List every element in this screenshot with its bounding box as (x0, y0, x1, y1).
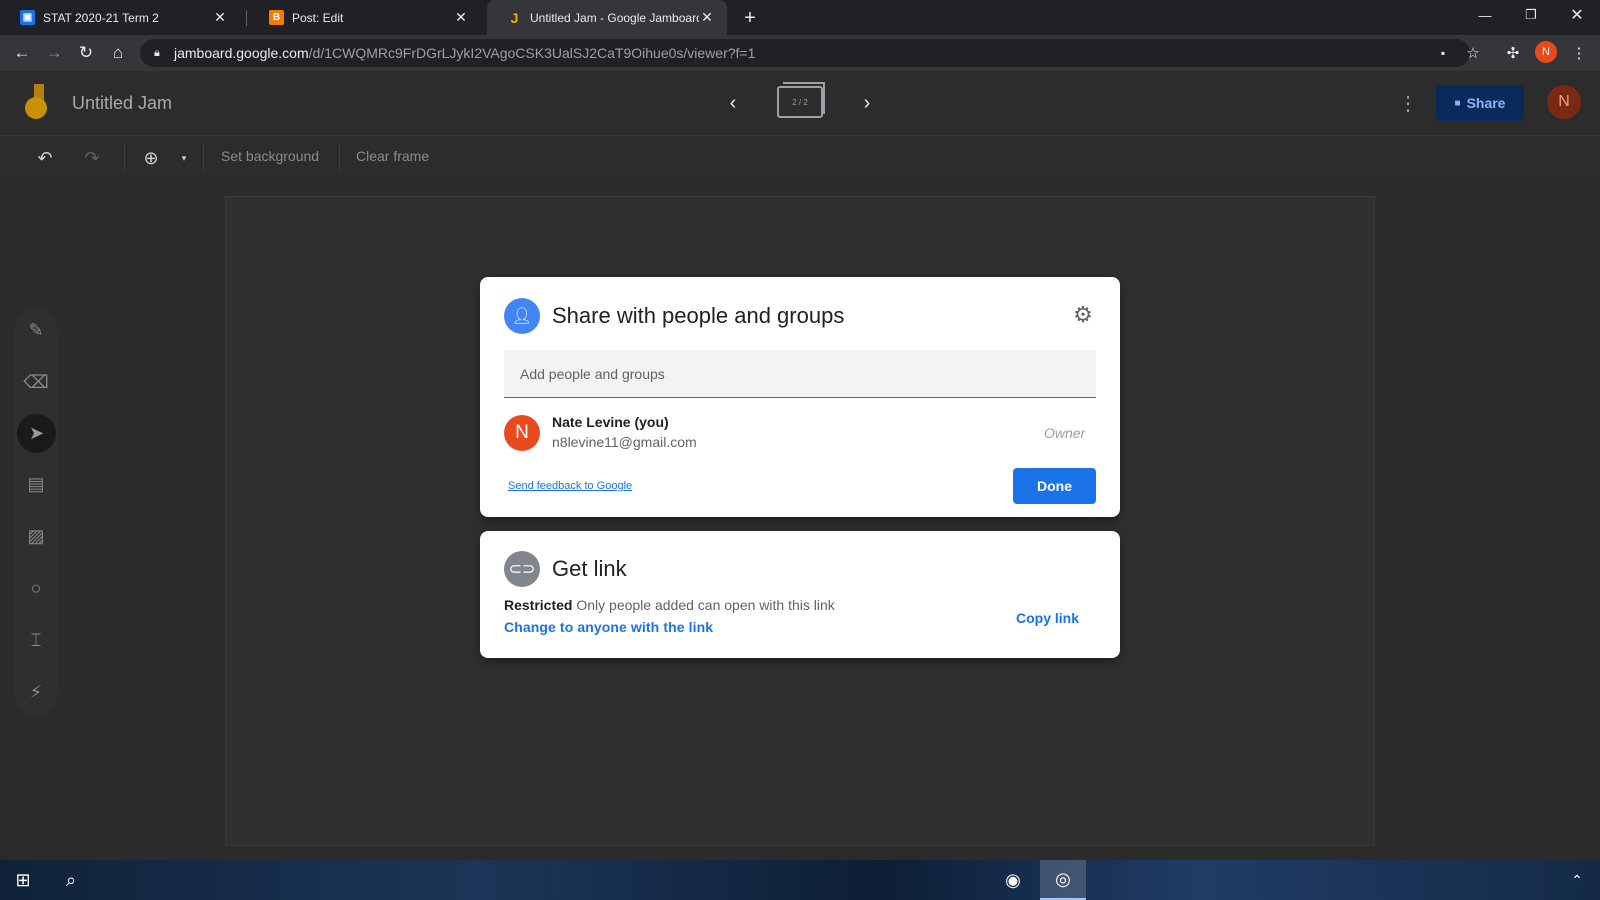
browser-tab-strip: ▣ STAT 2020-21 Term 2 ✕ B Post: Edit ✕ J… (0, 0, 1600, 35)
menu-kebab-icon[interactable]: ⋮ (1568, 42, 1590, 64)
user-avatar[interactable]: N (1547, 85, 1581, 119)
text-box-icon[interactable]: ⌶ (22, 626, 50, 654)
zoom-dropdown-icon[interactable]: ▾ (172, 146, 196, 170)
frame-bar-toggle[interactable]: 2 / 2 (777, 82, 825, 118)
restore-icon[interactable]: ❐ (1508, 0, 1554, 30)
new-tab-button[interactable]: + (738, 6, 762, 30)
camera-blocked-icon[interactable]: ▪ (1432, 42, 1454, 64)
minimize-icon[interactable]: — (1462, 0, 1508, 30)
tab-title: Untitled Jam - Google Jamboard (530, 10, 699, 25)
add-person-icon: 👤︎ (504, 298, 540, 334)
done-button[interactable]: Done (1013, 468, 1096, 504)
tab-blogger[interactable]: B Post: Edit ✕ (249, 0, 481, 35)
toolbar-divider (203, 144, 204, 170)
chevron-up-icon[interactable]: ⌃ (1554, 860, 1600, 900)
chrome-icon[interactable]: ◎ (1040, 860, 1086, 900)
edit-toolbar: ↶ ↷ ⊕ ▾ Set background Clear frame (0, 136, 1600, 178)
windows-start-icon[interactable]: ⊞ (0, 860, 46, 900)
eraser-icon[interactable]: ⌫ (22, 368, 50, 396)
get-link-title: Get link (552, 556, 627, 581)
chevron-left-icon[interactable]: ‹ (720, 90, 746, 116)
tab-divider (246, 10, 247, 26)
search-icon[interactable]: ⌕ (48, 860, 94, 900)
close-icon[interactable]: ✕ (212, 9, 228, 26)
gear-icon[interactable]: ⚙ (1070, 302, 1096, 328)
discord-icon[interactable]: ◉ (990, 860, 1036, 900)
close-icon[interactable]: ✕ (453, 9, 469, 26)
select-pointer-icon[interactable]: ➤ (17, 414, 56, 453)
reload-icon[interactable]: ↻ (74, 41, 98, 65)
get-link-dialog: ⊂⊃ Get link Restricted Only people added… (480, 531, 1120, 658)
more-options-icon[interactable]: ⋮ (1396, 91, 1420, 115)
app-header: Untitled Jam ‹ 2 / 2 › ⋮ ■ Share N (0, 71, 1600, 136)
url-host: jamboard.google.com (174, 45, 309, 61)
copy-link-button[interactable]: Copy link (1016, 610, 1079, 626)
close-window-icon[interactable]: ✕ (1554, 0, 1600, 30)
redo-icon[interactable]: ↷ (80, 146, 104, 170)
add-people-input[interactable] (504, 350, 1096, 398)
home-icon[interactable]: ⌂ (106, 41, 130, 65)
sticky-note-icon[interactable]: ▤ (22, 470, 50, 498)
share-label: Share (1466, 95, 1506, 111)
frame-indicator: 2 / 2 (792, 97, 808, 107)
circle-shape-icon[interactable]: ○ (22, 574, 50, 602)
share-dialog-title: Share with people and groups (552, 303, 845, 328)
set-background-button[interactable]: Set background (221, 148, 319, 164)
profile-avatar[interactable]: N (1535, 41, 1557, 63)
image-icon[interactable]: ▨ (22, 522, 50, 550)
tab-title: Post: Edit (292, 10, 344, 25)
share-dialog: 👤︎ Share with people and groups ⚙ N Nate… (480, 277, 1120, 517)
person-name: Nate Levine (you) (552, 414, 669, 430)
clear-frame-button[interactable]: Clear frame (356, 148, 429, 164)
address-bar[interactable]: 🔒︎ jamboard.google.com/d/1CWQMRc9FrDGrLJ… (140, 39, 1470, 67)
blogger-icon: B (269, 10, 284, 25)
person-role: Owner (1044, 425, 1086, 441)
document-title[interactable]: Untitled Jam (72, 93, 172, 114)
url-path: /d/1CWQMRc9FrDGrLJykI2VAgoCSK3UalSJ2CaT9… (308, 45, 756, 61)
bookmark-star-icon[interactable]: ☆ (1462, 42, 1484, 64)
jamboard-logo-icon (25, 84, 47, 119)
link-status: Restricted (504, 597, 573, 613)
browser-toolbar: ← → ↻ ⌂ 🔒︎ jamboard.google.com/d/1CWQMRc… (0, 35, 1600, 71)
undo-icon[interactable]: ↶ (33, 146, 57, 170)
tool-panel: ✎ ⌫ ➤ ▤ ▨ ○ ⌶ ⚡︎ (14, 308, 58, 716)
avatar: N (504, 415, 540, 451)
os-taskbar: ⊞ ⌕ ◉ ◎ ⌃ (0, 860, 1600, 900)
pen-icon[interactable]: ✎ (22, 316, 50, 344)
forward-icon[interactable]: → (42, 41, 66, 65)
change-access-link[interactable]: Change to anyone with the link (504, 619, 713, 635)
send-feedback-link[interactable]: Send feedback to Google (508, 480, 632, 492)
classroom-icon: ▣ (20, 10, 35, 25)
lock-icon: ■ (1454, 97, 1461, 109)
toolbar-divider (124, 144, 125, 170)
back-icon[interactable]: ← (10, 41, 34, 65)
tab-title: STAT 2020-21 Term 2 (43, 10, 159, 25)
jamboard-icon: J (510, 9, 519, 26)
tab-classroom[interactable]: ▣ STAT 2020-21 Term 2 ✕ (0, 0, 240, 35)
laser-icon[interactable]: ⚡︎ (22, 678, 50, 706)
link-icon: ⊂⊃ (504, 551, 540, 587)
zoom-icon[interactable]: ⊕ (139, 146, 163, 170)
link-description: Only people added can open with this lin… (576, 597, 835, 613)
close-icon[interactable]: ✕ (699, 9, 715, 26)
lock-icon: 🔒︎ (154, 47, 160, 59)
person-email: n8levine11@gmail.com (552, 434, 697, 450)
link-restriction: Restricted Only people added can open wi… (504, 597, 835, 613)
tab-jamboard[interactable]: J Untitled Jam - Google Jamboard ✕ (487, 0, 727, 35)
toolbar-divider (339, 144, 340, 170)
extensions-icon[interactable]: ✣ (1502, 42, 1524, 64)
share-button[interactable]: ■ Share (1436, 85, 1524, 121)
chevron-right-icon[interactable]: › (854, 90, 880, 116)
